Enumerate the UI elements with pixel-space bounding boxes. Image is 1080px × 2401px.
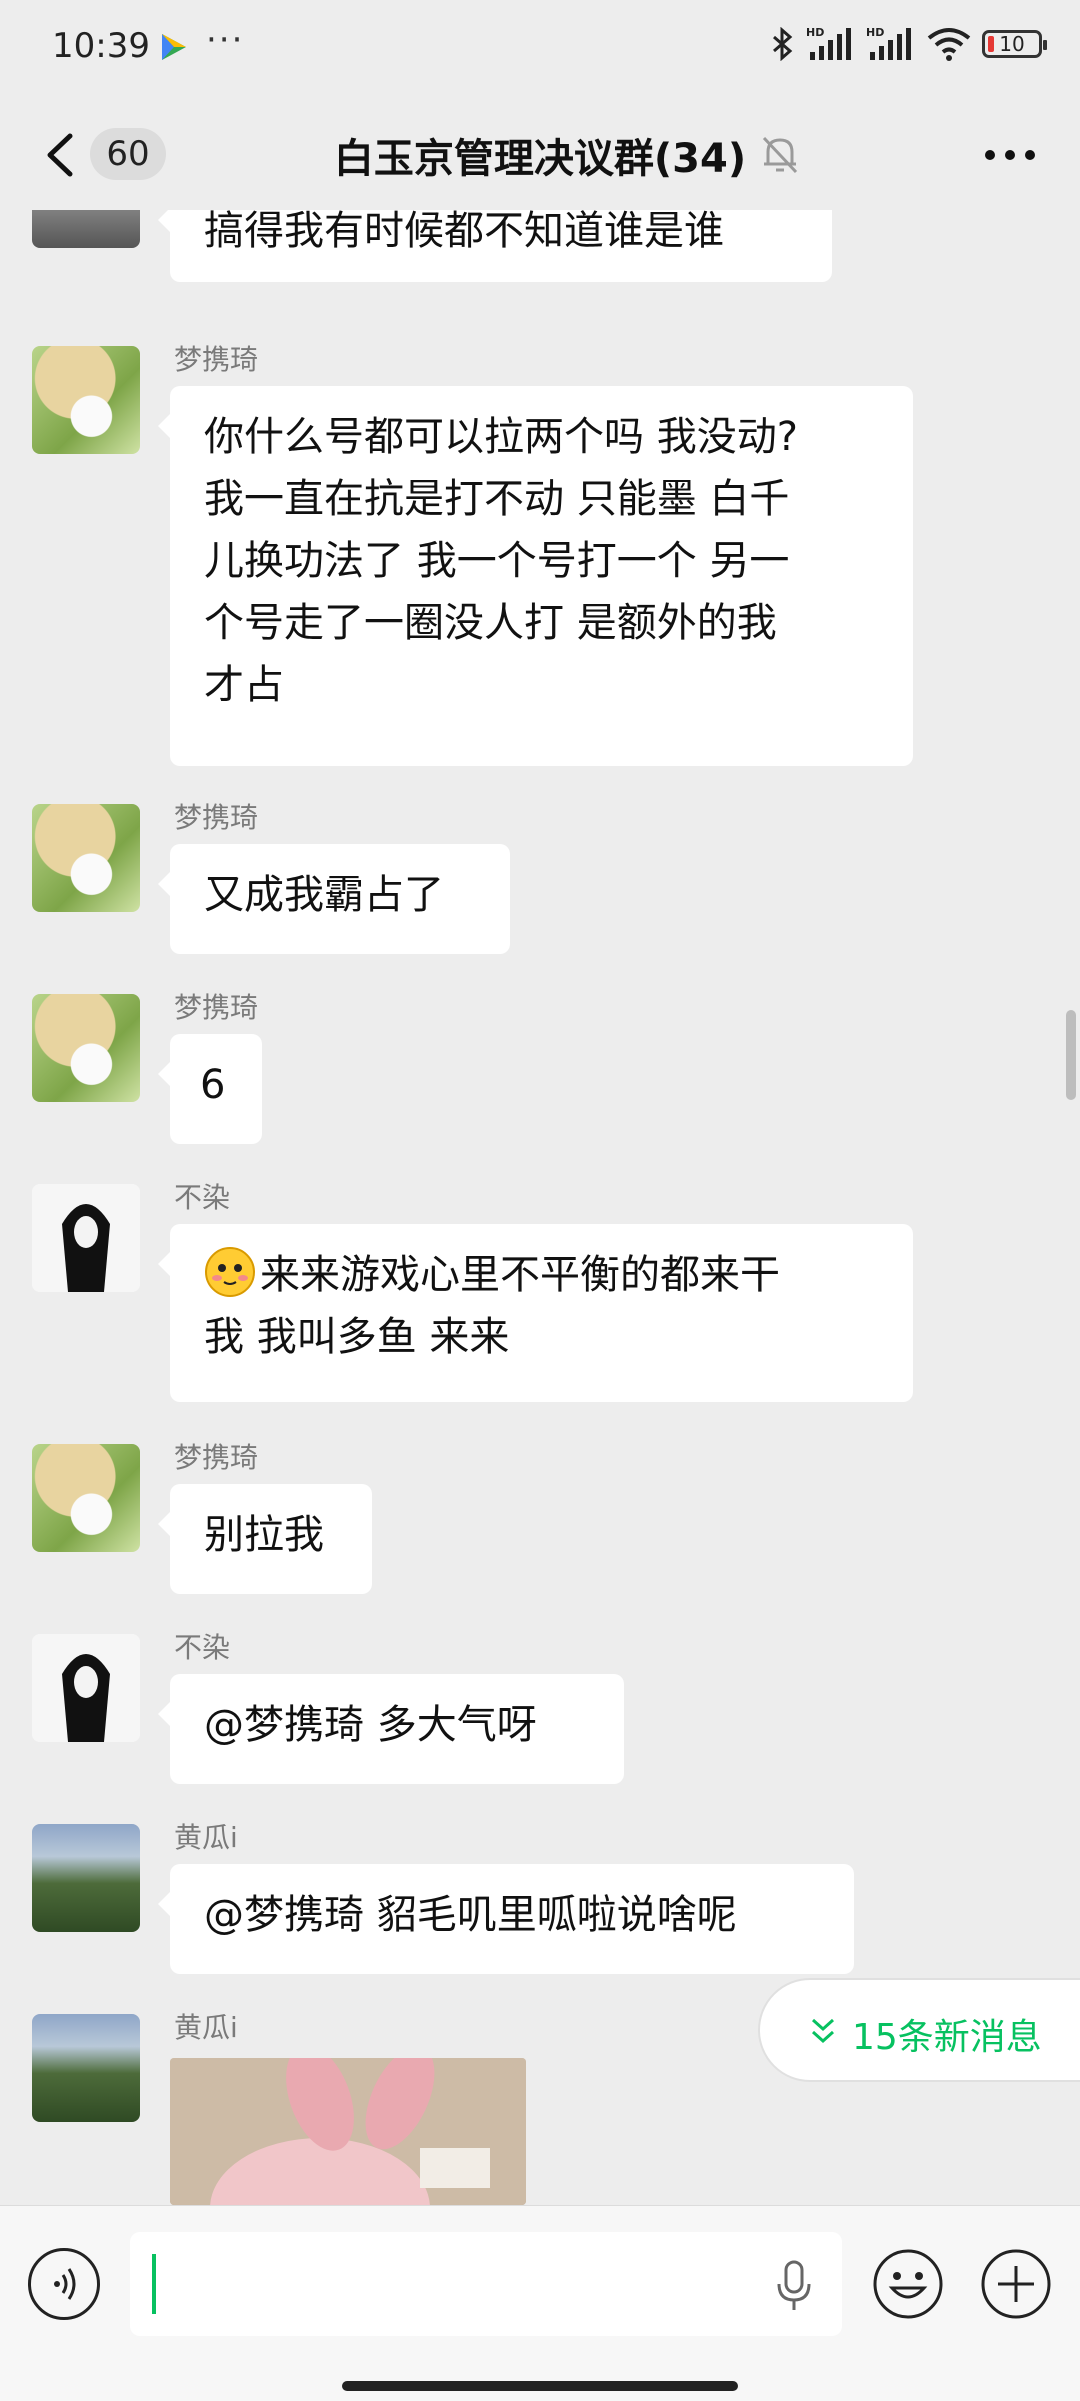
new-messages-button[interactable]: 15条新消息 [758, 1978, 1080, 2082]
message-bubble[interactable]: 别拉我 [158, 1484, 372, 1594]
message-bubble[interactable]: 又成我霸占了 [158, 844, 510, 954]
plush-toy-image [170, 2058, 526, 2205]
avatar[interactable] [32, 1824, 140, 1932]
wifi-icon [927, 28, 971, 61]
avatar[interactable] [32, 2014, 140, 2122]
svg-text:HD: HD [806, 26, 824, 39]
message-bubble[interactable]: 你什么号都可以拉两个吗 我没动? 我一直在抗是打不动 只能墨 白千 儿换功法了 … [158, 386, 913, 766]
svg-text:HD: HD [866, 26, 884, 39]
battery-icon: 10 [982, 30, 1047, 58]
emoji-icon[interactable] [872, 2248, 944, 2320]
battery-level: 10 [999, 32, 1025, 56]
signal-hd-icon: HD [806, 26, 851, 60]
sender-name: 黄瓜i [174, 2011, 238, 2044]
sender-name: 梦携琦 [174, 991, 259, 1024]
microphone-icon[interactable] [772, 2258, 816, 2314]
scrollbar[interactable] [1066, 1010, 1076, 1100]
sender-name: 黄瓜i [174, 1821, 238, 1854]
play-icon [162, 34, 186, 60]
bell-muted-icon [762, 136, 798, 174]
double-chevron-down-icon [811, 2018, 835, 2044]
new-messages-label: 15条新消息 [852, 2017, 1042, 2058]
status-bar: 10:39 ··· HD HD 10 [0, 0, 1080, 100]
avatar[interactable] [32, 994, 140, 1102]
sender-name: 梦携琦 [174, 801, 259, 834]
message-bubble[interactable]: @梦携琦 多大气呀 [158, 1674, 624, 1784]
signal-hd-icon: HD [866, 26, 911, 60]
status-time: 10:39 [52, 26, 150, 66]
avatar[interactable] [32, 1184, 140, 1292]
sender-name: 梦携琦 [174, 1441, 259, 1474]
plus-icon[interactable] [980, 2248, 1052, 2320]
bluetooth-icon [773, 27, 793, 61]
input-bar [0, 2205, 1080, 2401]
message-bubble[interactable]: 来来游戏心里不平衡的都来干 我 我叫多鱼 来来 [158, 1224, 913, 1402]
ink-portrait-image [32, 1634, 140, 1742]
more-icon[interactable] [980, 130, 1040, 180]
message-input[interactable] [130, 2232, 842, 2336]
chat-header: 60 白玉京管理决议群(34) [0, 100, 1080, 210]
avatar[interactable] [32, 1444, 140, 1552]
chat-title[interactable]: 白玉京管理决议群(34) [0, 126, 1080, 184]
avatar[interactable] [32, 1634, 140, 1742]
home-indicator[interactable] [342, 2381, 738, 2391]
message-bubble[interactable]: 6 [158, 1034, 262, 1144]
avatar[interactable] [32, 210, 140, 248]
avatar[interactable] [32, 804, 140, 912]
message-bubble[interactable]: @梦携琦 貂毛叽里呱啦说啥呢 [158, 1864, 854, 1974]
sender-name: 不染 [174, 1631, 231, 1664]
status-more: ··· [206, 20, 245, 60]
ink-portrait-image [32, 1184, 140, 1292]
voice-icon [54, 2268, 76, 2300]
message-bubble[interactable]: 搞得我有时候都不知道谁是谁 [158, 210, 832, 282]
message-text: 来来游戏心里不平衡的都来干 我 我叫多鱼 来来 [204, 1252, 780, 1360]
blush-emoji-icon [205, 1247, 255, 1297]
voice-input-button[interactable] [28, 2248, 100, 2320]
text-cursor [152, 2254, 156, 2314]
sender-name: 不染 [174, 1181, 231, 1214]
sender-name: 梦携琦 [174, 343, 259, 376]
avatar[interactable] [32, 346, 140, 454]
image-message[interactable] [170, 2058, 526, 2205]
message-list[interactable]: 搞得我有时候都不知道谁是谁 梦携琦 你什么号都可以拉两个吗 我没动? 我一直在抗… [0, 210, 1080, 2205]
